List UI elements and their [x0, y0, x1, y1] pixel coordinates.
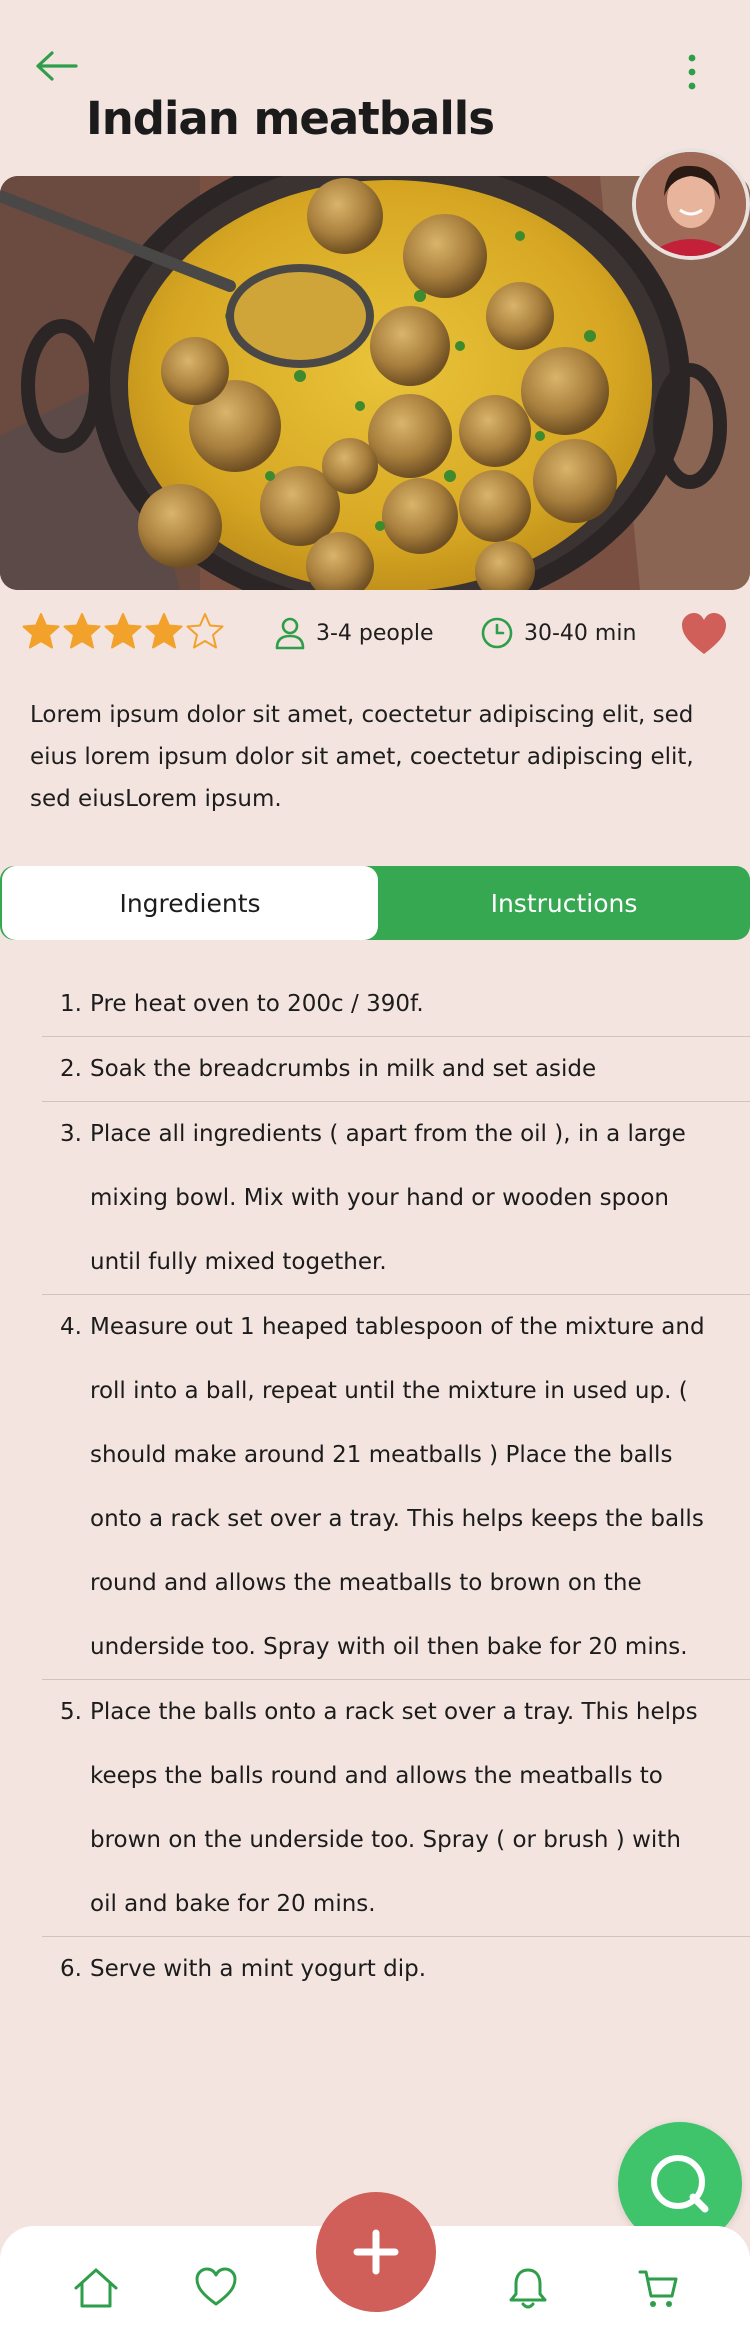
step-number: 1. — [60, 991, 82, 1017]
chat-bubble-icon — [651, 2155, 709, 2213]
instructions-list: 1. Pre heat oven to 200c / 390f. 2. Soak th… — [42, 972, 750, 2001]
bell-icon — [509, 2268, 547, 2309]
step-text: Serve with a mint yogurt dip. — [90, 1956, 427, 1982]
page-title: Indian meatballs — [86, 92, 495, 145]
star-filled-icon[interactable] — [104, 612, 142, 650]
more-vertical-icon — [688, 54, 696, 90]
star-filled-icon[interactable] — [63, 612, 101, 650]
step-number: 2. — [60, 1056, 82, 1082]
step-text: Place all ingredients ( apart from the o… — [90, 1121, 686, 1275]
instruction-step: 6. Serve with a mint yogurt dip. — [42, 1937, 750, 2001]
plus-icon — [353, 2229, 399, 2275]
step-number: 3. — [60, 1121, 82, 1147]
step-number: 4. — [60, 1314, 82, 1340]
recipe-tabs: Ingredients Instructions — [0, 866, 750, 940]
step-number: 6. — [60, 1956, 82, 1982]
author-avatar[interactable] — [632, 148, 750, 260]
meatball-dish-image — [0, 176, 750, 590]
step-text: Place the balls onto a rack set over a t… — [90, 1699, 698, 1917]
nav-favorites[interactable] — [194, 2266, 242, 2314]
step-text: Measure out 1 heaped tablespoon of the m… — [90, 1314, 705, 1660]
servings-text: 3-4 people — [316, 620, 434, 646]
rating-stars[interactable] — [22, 612, 224, 650]
star-empty-icon[interactable] — [186, 612, 224, 650]
person-icon — [275, 617, 305, 650]
duration: 30-40 min — [480, 616, 636, 650]
tab-ingredients[interactable]: Ingredients — [2, 866, 378, 940]
instruction-step: 3. Place all ingredients ( apart from the… — [42, 1102, 750, 1295]
servings: 3-4 people — [274, 616, 434, 650]
arrow-left-icon — [36, 51, 78, 81]
author-avatar-image — [636, 152, 746, 256]
favorite-button[interactable] — [680, 612, 728, 658]
step-text: Pre heat oven to 200c / 390f. — [90, 991, 424, 1017]
recipe-image — [0, 176, 750, 590]
add-button[interactable] — [316, 2192, 436, 2312]
heart-icon — [682, 613, 726, 654]
cart-icon — [638, 2270, 678, 2307]
star-filled-icon[interactable] — [22, 612, 60, 650]
home-icon — [74, 2268, 118, 2308]
nav-notifications[interactable] — [506, 2266, 554, 2314]
top-bar: Indian meatballs — [0, 0, 750, 170]
step-number: 5. — [60, 1699, 82, 1725]
instruction-step: 5. Place the balls onto a rack set over a… — [42, 1680, 750, 1937]
instruction-step: 1. Pre heat oven to 200c / 390f. — [42, 972, 750, 1037]
clock-icon — [481, 617, 513, 649]
heart-outline-icon — [195, 2267, 237, 2306]
star-filled-icon[interactable] — [145, 612, 183, 650]
recipe-description: Lorem ipsum dolor sit amet, coectetur ad… — [30, 702, 694, 812]
recipe-meta: 3-4 people 30-40 min — [0, 604, 750, 666]
instruction-step: 2. Soak the breadcrumbs in milk and set a… — [42, 1037, 750, 1102]
more-options-button[interactable] — [680, 50, 704, 94]
duration-text: 30-40 min — [524, 620, 637, 646]
step-text: Soak the breadcrumbs in milk and set asi… — [90, 1056, 597, 1082]
instruction-step: 4. Measure out 1 heaped tablespoon of the… — [42, 1295, 750, 1680]
nav-cart[interactable] — [636, 2266, 684, 2314]
back-button[interactable] — [34, 48, 82, 84]
tab-instructions[interactable]: Instructions — [378, 866, 750, 940]
nav-home[interactable] — [72, 2266, 120, 2314]
